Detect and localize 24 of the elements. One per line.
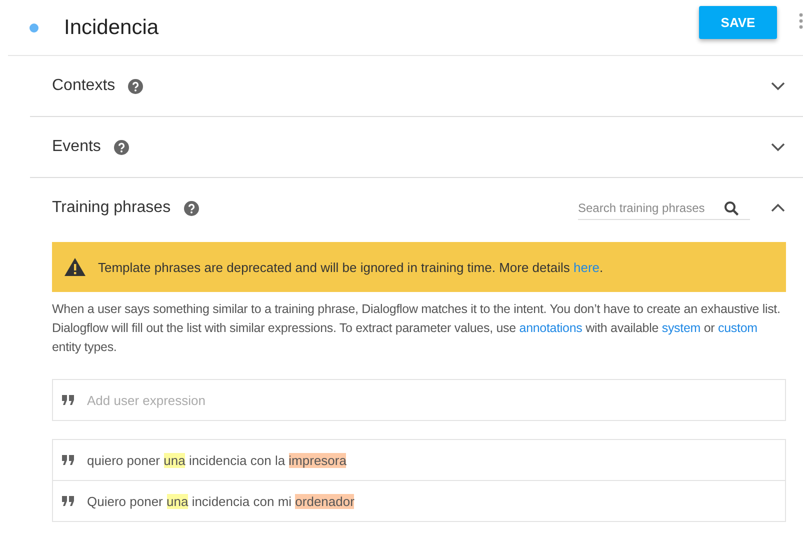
- warning-text: Template phrases are deprecated and will be ignored in training time. More details here.: [98, 260, 604, 274]
- collapse-chevron-icon[interactable]: [770, 202, 786, 214]
- help-icon: [114, 140, 129, 154]
- quote-icon: [62, 455, 74, 465]
- section-title: Training phrases: [52, 199, 171, 217]
- quote-icon: [62, 496, 74, 506]
- help-icon: [128, 78, 144, 94]
- section-title: Contexts: [52, 77, 116, 95]
- help-icon: [184, 200, 199, 216]
- intent-title: Incidencia: [64, 16, 160, 40]
- more-icon[interactable]: [799, 12, 803, 32]
- save-button[interactable]: SAVE: [699, 6, 777, 39]
- warning-icon: [64, 257, 86, 277]
- description: When a user says something similar to a training phrase, Dialogflow matches it to the intent. You don’t have to create an exhaustive list. Dialogflow will fill out the list with similar expressions. To extract parameter values, use annotations with available system or custom entity types.: [52, 301, 782, 356]
- link[interactable]: custom: [718, 321, 758, 335]
- section-title: Events: [52, 138, 101, 156]
- link[interactable]: here: [573, 260, 600, 274]
- add-expression-field[interactable]: Add user expression: [52, 379, 786, 421]
- link[interactable]: annotations: [519, 321, 582, 335]
- expand-chevron-icon[interactable]: [770, 141, 786, 153]
- link[interactable]: system: [662, 321, 701, 335]
- expand-chevron-icon[interactable]: [770, 80, 786, 92]
- search-icon[interactable]: [724, 200, 739, 216]
- status-dot-icon: [29, 22, 39, 32]
